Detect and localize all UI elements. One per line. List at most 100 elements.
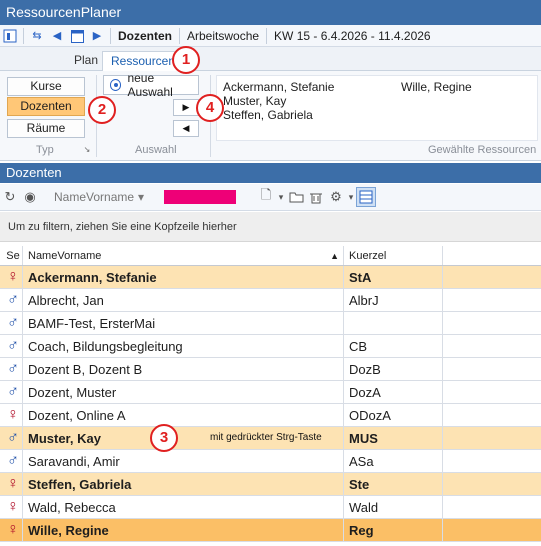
table-row[interactable]: ♀ Wald, Rebecca Wald	[0, 496, 541, 519]
table-row[interactable]: ♂ Albrecht, Jan AlbrJ	[0, 289, 541, 312]
type-button-raeume[interactable]: Räume	[7, 119, 85, 138]
table-row[interactable]: ♂ Muster, Kay MUS 3 mit gedrückter Strg-Tast…	[0, 424, 541, 452]
ribbon-tabs: Plan Ressourcen	[0, 47, 541, 71]
selected-resource-item[interactable]: Steffen, Gabriela	[223, 108, 313, 122]
type-group-label: Typ	[36, 144, 54, 156]
settings-icon[interactable]: ⚙	[326, 187, 346, 207]
female-icon: ♀	[7, 475, 19, 492]
name-cell: Dozent, Online A	[22, 404, 343, 426]
code-cell: AlbrJ	[343, 289, 443, 311]
tab-plan[interactable]: Plan	[66, 51, 106, 71]
column-header-sex[interactable]: Se	[0, 250, 22, 262]
delete-icon[interactable]	[306, 187, 326, 207]
refresh-swap-icon[interactable]: ⇆	[27, 27, 47, 45]
sex-cell: ♂	[0, 430, 22, 446]
sex-cell: ♂	[0, 338, 22, 354]
main-toolbar: ⇆ ◀ ▶ Dozenten Arbeitswoche KW 15 - 6.4.…	[0, 25, 541, 47]
grid-view-icon[interactable]	[356, 187, 376, 207]
annotation-badge-1: 1	[172, 46, 200, 74]
home-icon[interactable]	[0, 27, 20, 45]
annotation-badge-3: 3	[150, 424, 178, 452]
selected-resource-item[interactable]: Wille, Regine	[401, 80, 472, 94]
grid-toolbar: ↻ ◉ NameVorname ▾ 🗋 ▾ ⚙ ▾	[0, 184, 541, 211]
group-by-panel[interactable]: Um zu filtern, ziehen Sie eine Kopfzeile…	[0, 212, 541, 242]
previous-icon[interactable]: ◀	[47, 27, 67, 45]
remove-resource-button[interactable]: ◀	[173, 120, 199, 137]
refresh-icon[interactable]: ↻	[0, 187, 20, 207]
sex-cell: ♀	[0, 269, 22, 285]
female-icon: ♀	[7, 268, 19, 285]
table-row[interactable]: ♂ Saravandi, Amir ASa	[0, 450, 541, 473]
view-mode-label[interactable]: Arbeitswoche	[183, 29, 263, 43]
code-cell: CB	[343, 335, 443, 357]
column-header-name[interactable]: NameVorname ▲	[22, 246, 343, 265]
table-row[interactable]: ♂ BAMF-Test, ErsterMai	[0, 312, 541, 335]
arrow-right-icon: ▶	[182, 102, 190, 112]
filter-input[interactable]	[164, 190, 236, 204]
table-row[interactable]: ♀ Ackermann, Stefanie StA	[0, 266, 541, 289]
column-combo[interactable]: NameVorname ▾	[54, 190, 164, 204]
name-cell: Coach, Bildungsbegleitung	[22, 335, 343, 357]
type-button-kurse[interactable]: Kurse	[7, 77, 85, 96]
table-row[interactable]: ♀ Wille, Regine Reg	[0, 519, 541, 542]
male-icon: ♂	[7, 314, 19, 331]
annotation-badge-4: 4	[196, 94, 224, 122]
name-cell: Dozent B, Dozent B	[22, 358, 343, 380]
current-group-label: Dozenten	[118, 28, 172, 43]
name-cell: Wald, Rebecca	[22, 496, 343, 518]
male-icon: ♂	[7, 337, 19, 354]
male-icon: ♂	[7, 291, 19, 308]
code-cell: Wald	[343, 496, 443, 518]
selected-resource-item[interactable]: Muster, Kay	[223, 94, 286, 108]
selected-resources-group-label: Gewählte Ressourcen	[428, 144, 537, 156]
calendar-icon[interactable]	[67, 27, 87, 45]
dialog-launcher-icon[interactable]: ↘	[80, 142, 94, 156]
code-cell: Ste	[343, 473, 443, 495]
sex-cell: ♂	[0, 453, 22, 469]
female-icon: ♀	[7, 521, 19, 538]
new-document-icon[interactable]: 🗋	[256, 187, 276, 207]
table-row[interactable]: ♀ Dozent, Online A ODozA	[0, 404, 541, 427]
code-cell: ASa	[343, 450, 443, 472]
male-icon: ♂	[7, 452, 19, 469]
next-icon[interactable]: ▶	[87, 27, 107, 45]
selected-resources-list[interactable]: Ackermann, Stefanie Wille, Regine Muster…	[216, 75, 538, 141]
radio-selected-icon	[110, 79, 122, 91]
new-selection-radio[interactable]: neue Auswahl	[103, 71, 199, 99]
grid-body: ♀ Ackermann, Stefanie StA ♂ Albrecht, Jan Alb…	[0, 266, 541, 542]
table-row[interactable]: ♂ Coach, Bildungsbegleitung CB	[0, 335, 541, 358]
code-cell	[343, 312, 443, 334]
sex-cell: ♂	[0, 361, 22, 377]
name-cell: Albrecht, Jan	[22, 289, 343, 311]
male-icon: ♂	[7, 383, 19, 400]
dropdown-arrow-icon[interactable]: ▾	[276, 187, 286, 207]
target-icon[interactable]: ◉	[20, 187, 40, 207]
ctrl-key-hint: mit gedrückter Strg-Taste	[210, 432, 322, 443]
table-row[interactable]: ♀ Steffen, Gabriela Ste	[0, 473, 541, 496]
week-range-label: KW 15 - 6.4.2026 - 11.4.2026	[274, 28, 431, 43]
window-title: RessourcenPlaner	[0, 0, 541, 25]
column-combo-value: NameVorname	[54, 190, 135, 204]
toolbar-divider	[110, 27, 111, 44]
type-button-dozenten[interactable]: Dozenten	[7, 97, 85, 116]
name-cell: Ackermann, Stefanie	[22, 266, 343, 288]
sex-cell: ♀	[0, 407, 22, 423]
open-folder-icon[interactable]	[286, 187, 306, 207]
name-cell: BAMF-Test, ErsterMai	[22, 312, 343, 334]
code-cell: DozB	[343, 358, 443, 380]
table-row[interactable]: ♂ Dozent B, Dozent B DozB	[0, 358, 541, 381]
code-cell: DozA	[343, 381, 443, 403]
female-icon: ♀	[7, 498, 19, 515]
toolbar-divider	[23, 27, 24, 44]
male-icon: ♂	[7, 429, 19, 446]
code-cell: Reg	[343, 519, 443, 541]
table-row[interactable]: ♂ Dozent, Muster DozA	[0, 381, 541, 404]
name-cell: Steffen, Gabriela	[22, 473, 343, 495]
toolbar-divider	[179, 27, 180, 44]
resource-grid: Se NameVorname ▲ Kuerzel ♀ Ackermann, Ste…	[0, 246, 541, 542]
selection-group-label: Auswahl	[135, 144, 177, 156]
column-header-code[interactable]: Kuerzel	[343, 246, 443, 265]
selected-resource-item[interactable]: Ackermann, Stefanie	[223, 80, 334, 94]
dropdown-arrow-icon[interactable]: ▾	[346, 187, 356, 207]
column-header-name-label: NameVorname	[28, 249, 102, 262]
